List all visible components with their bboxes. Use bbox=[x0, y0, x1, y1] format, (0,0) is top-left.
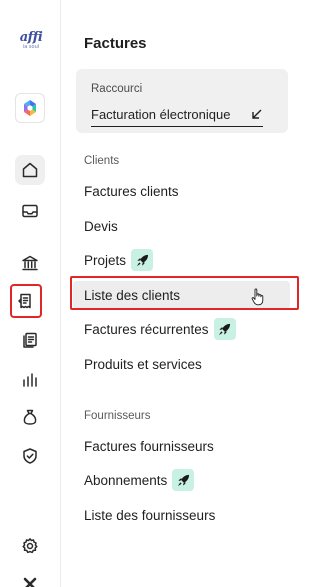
invoices-panel: Factures Raccourci Facturation électroni… bbox=[62, 0, 300, 587]
new-feature-badge bbox=[131, 249, 154, 271]
nav-home-button[interactable] bbox=[15, 155, 45, 185]
rocket-icon bbox=[136, 254, 148, 266]
rocket-icon bbox=[218, 323, 231, 335]
bar-chart-icon bbox=[23, 373, 37, 387]
app-switcher-button[interactable] bbox=[15, 93, 45, 123]
nav-item-factures-clients[interactable]: Factures clients bbox=[84, 178, 179, 204]
arrow-down-left-icon bbox=[252, 109, 262, 119]
nav-item-produits-et-services[interactable]: Produits et services bbox=[84, 351, 202, 377]
inbox-icon bbox=[22, 204, 38, 218]
nav-item-label: Factures fournisseurs bbox=[84, 438, 214, 454]
documents-icon bbox=[23, 332, 37, 348]
nav-item-factures-recurrentes[interactable]: Factures récurrentes bbox=[84, 316, 236, 342]
gear-icon bbox=[22, 538, 38, 554]
shortcut-link-e-invoicing[interactable]: Facturation électronique bbox=[91, 107, 263, 127]
shortcut-label: Raccourci bbox=[91, 83, 143, 95]
invoice-icon bbox=[18, 293, 31, 309]
nav-item-label: Liste des fournisseurs bbox=[84, 507, 216, 523]
shortcut-card: Raccourci Facturation électronique bbox=[76, 69, 288, 133]
nav-item-factures-fournisseurs[interactable]: Factures fournisseurs bbox=[84, 433, 214, 459]
shield-check-icon bbox=[23, 448, 37, 464]
nav-item-devis[interactable]: Devis bbox=[84, 213, 118, 239]
nav-invoices-button[interactable] bbox=[10, 284, 42, 318]
company-logo[interactable]: affi ia soul bbox=[14, 30, 48, 52]
nav-item-label: Devis bbox=[84, 218, 118, 234]
nav-item-label: Factures récurrentes bbox=[84, 321, 209, 337]
nav-item-abonnements[interactable]: Abonnements bbox=[84, 467, 195, 493]
nav-item-liste-des-fournisseurs[interactable]: Liste des fournisseurs bbox=[84, 502, 215, 528]
home-icon bbox=[22, 162, 38, 178]
nav-security-button[interactable] bbox=[15, 441, 45, 471]
nav-item-label: Factures clients bbox=[84, 183, 179, 199]
nav-inbox-button[interactable] bbox=[15, 196, 45, 226]
nav-financing-button[interactable] bbox=[15, 402, 45, 432]
page-title: Factures bbox=[84, 35, 147, 52]
shortcut-link-label: Facturation électronique bbox=[91, 107, 231, 122]
logo-text: affi bbox=[19, 30, 43, 45]
nav-item-label: Abonnements bbox=[84, 472, 168, 488]
nav-settings-button[interactable] bbox=[15, 531, 45, 561]
bank-icon bbox=[22, 255, 38, 271]
hand-cursor-icon bbox=[251, 288, 264, 306]
app-logo-icon bbox=[24, 100, 36, 116]
nav-more-button[interactable] bbox=[15, 569, 45, 587]
rocket-icon bbox=[177, 474, 189, 486]
section-label-clients: Clients bbox=[84, 155, 120, 167]
nav-reports-button[interactable] bbox=[15, 364, 45, 394]
section-label-fournisseurs: Fournisseurs bbox=[84, 410, 151, 422]
nav-bank-button[interactable] bbox=[15, 248, 45, 278]
new-feature-badge bbox=[172, 469, 195, 491]
nav-documents-button[interactable] bbox=[15, 325, 45, 355]
close-icon bbox=[23, 577, 37, 587]
money-bag-icon bbox=[23, 409, 37, 425]
new-feature-badge bbox=[213, 318, 236, 340]
nav-item-label: Projets bbox=[84, 252, 127, 268]
icon-rail: affi ia soul bbox=[0, 0, 61, 587]
logo-subtext: ia soul bbox=[22, 44, 40, 50]
nav-item-projets[interactable]: Projets bbox=[84, 247, 154, 273]
nav-item-label: Produits et services bbox=[84, 356, 202, 372]
